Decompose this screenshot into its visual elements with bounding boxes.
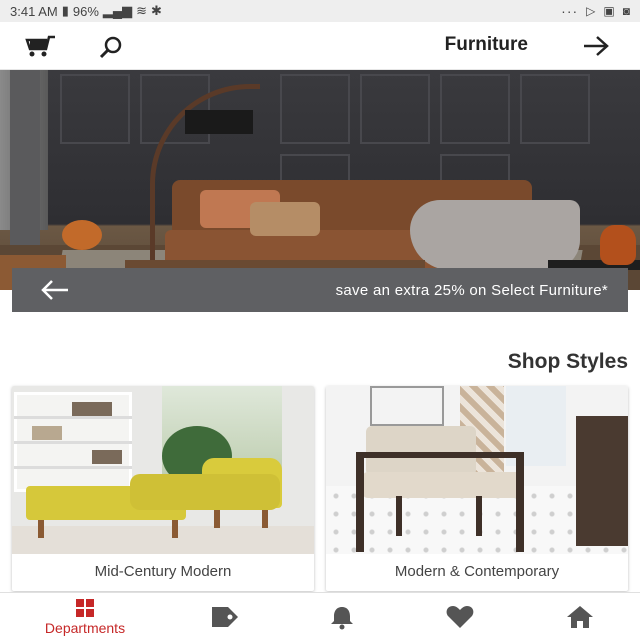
promo-banner[interactable]: save an extra 25% on Select Furniture* — [12, 268, 628, 312]
nav-notifications[interactable] — [318, 593, 366, 640]
gallery-icon: ▣ — [603, 4, 615, 18]
deals-tag-icon — [212, 607, 238, 627]
card-label: Mid-Century Modern — [94, 563, 232, 580]
battery-percent: 96% — [72, 3, 99, 19]
search-icon[interactable] — [98, 35, 124, 59]
signal-icon: ▂▄▆ — [102, 3, 133, 18]
home-icon — [567, 606, 593, 628]
status-bar: 3:41 AM ▮ 96% ▂▄▆ ≋ ✱ ··· ▷ ▣ ◙ — [0, 0, 640, 22]
status-right: ··· ▷ ▣ ◙ — [561, 3, 630, 19]
nav-deals[interactable] — [200, 593, 248, 640]
wifi-icon: ≋ — [136, 3, 148, 18]
more-indicator: ··· — [561, 3, 579, 19]
page-title: Furniture — [444, 34, 528, 55]
bottom-nav: Departments — [0, 592, 640, 640]
mid-century-modern-image — [12, 386, 314, 554]
notifications-bell-icon — [331, 607, 353, 630]
nav-home[interactable] — [556, 593, 604, 640]
modern-contemporary-image — [326, 386, 628, 554]
outlook-icon: ◙ — [622, 4, 630, 18]
promo-text: save an extra 25% on Select Furniture* — [335, 281, 608, 299]
nav-departments[interactable]: Departments — [0, 593, 170, 640]
nav-departments-label: Departments — [44, 620, 126, 636]
back-arrow-icon[interactable] — [582, 34, 610, 58]
style-card-mid-century-modern[interactable]: Mid-Century Modern — [12, 386, 314, 591]
status-time: 3:41 AM — [10, 3, 58, 19]
cart-icon[interactable] — [22, 34, 56, 58]
app-bar: Furniture — [0, 22, 640, 70]
nav-favorites[interactable] — [436, 593, 484, 640]
battery-icon: ▮ — [61, 3, 69, 18]
section-title: Shop Styles — [507, 350, 628, 373]
favorites-heart-icon — [446, 606, 474, 628]
card-label: Modern & Contemporary — [394, 563, 560, 580]
message-icon: ▷ — [586, 4, 596, 18]
bluetooth-icon: ✱ — [151, 3, 162, 18]
status-left: 3:41 AM ▮ 96% ▂▄▆ ≋ ✱ — [10, 3, 162, 19]
departments-icon — [76, 599, 94, 617]
arrow-icon — [41, 280, 68, 300]
hero-image[interactable] — [0, 70, 640, 290]
style-card-modern-contemporary[interactable]: Modern & Contemporary — [326, 386, 628, 591]
